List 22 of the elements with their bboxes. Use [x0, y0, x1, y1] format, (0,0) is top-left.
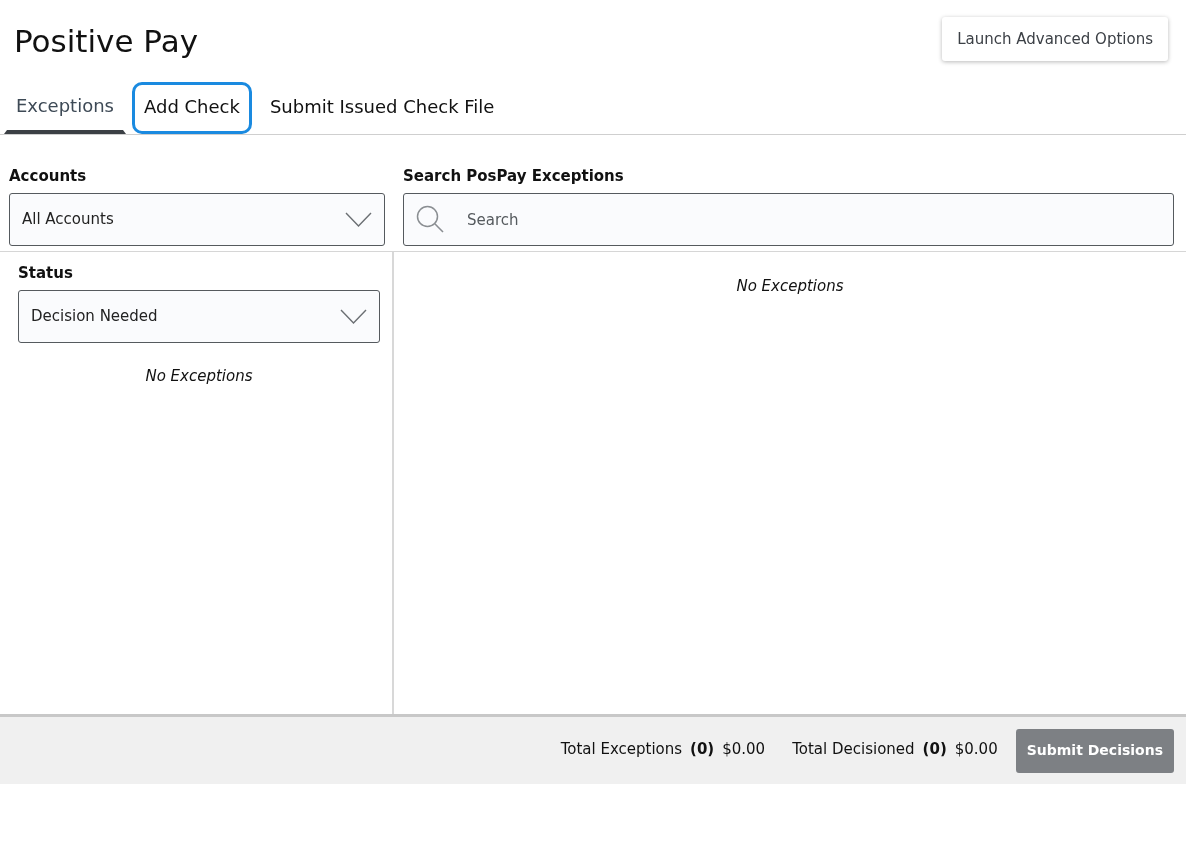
tab[interactable]: Exceptions: [4, 82, 126, 134]
total-count: (0): [690, 739, 715, 761]
empty-message: No Exceptions: [144, 366, 254, 387]
search-field[interactable]: Search: [403, 193, 1174, 246]
search-icon: [416, 205, 444, 233]
tab[interactable]: Submit Issued Check File: [257, 82, 507, 134]
total-label: Total Decisioned: [792, 739, 915, 761]
accounts-label: Accounts: [9, 166, 88, 186]
total-amount: $0.00: [722, 739, 766, 761]
chevron-down-icon: [345, 212, 372, 227]
total-amount: $0.00: [954, 739, 998, 761]
empty-message: No Exceptions: [736, 276, 844, 295]
chevron-down-icon: [340, 309, 367, 324]
launch-advanced-options-button[interactable]: Launch Advanced Options: [942, 17, 1168, 61]
total-label: Total Exceptions: [560, 739, 683, 761]
accounts-dropdown[interactable]: All Accounts: [9, 193, 385, 246]
tab[interactable]: Add Check: [131, 82, 252, 134]
search-label: Search PosPay Exceptions: [403, 166, 625, 186]
status-label: Status: [18, 263, 74, 283]
page-title: Positive Pay: [14, 22, 198, 61]
status-dropdown[interactable]: Decision Needed: [18, 290, 380, 343]
total-count: (0): [922, 739, 947, 761]
